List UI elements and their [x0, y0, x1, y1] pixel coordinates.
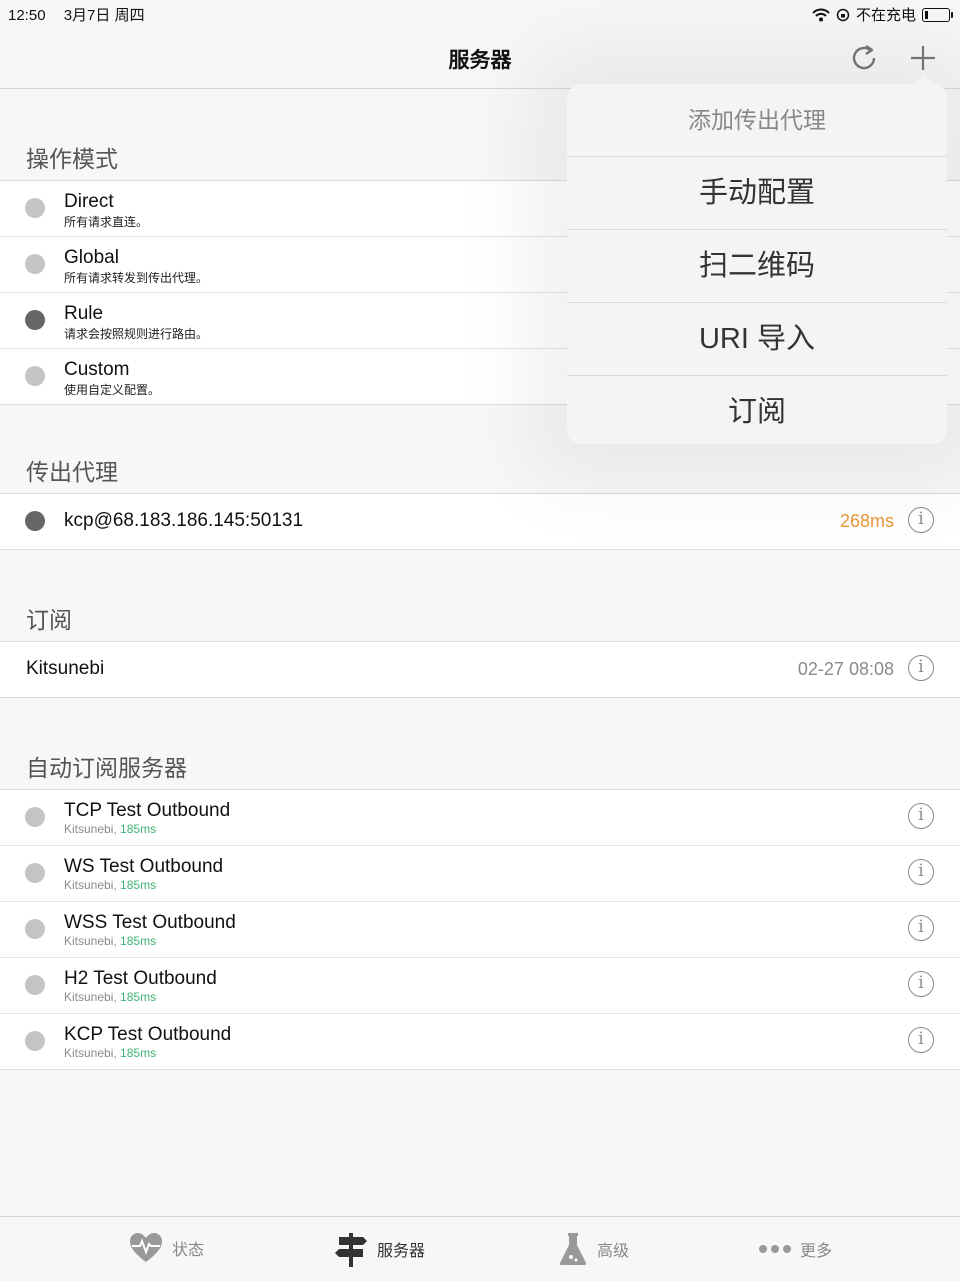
auto-server-list: TCP Test Outbound Kitsunebi, 185ms i WS …: [0, 789, 960, 1070]
tab-label: 高级: [597, 1243, 630, 1260]
server-item[interactable]: KCP Test Outbound Kitsunebi, 185ms i: [0, 1014, 960, 1069]
tab-bar: 状态 服务器 高级 更多: [0, 1216, 960, 1281]
add-outbound-popover: 添加传出代理 手动配置 扫二维码 URI 导入 订阅: [567, 74, 947, 444]
popover-title: 添加传出代理: [567, 84, 947, 157]
server-source: Kitsunebi,: [64, 934, 121, 948]
outbound-name: kcp@68.183.186.145:50131: [64, 510, 304, 531]
rotation-lock-icon: [836, 8, 850, 21]
server-meta: Kitsunebi, 185ms: [64, 934, 156, 948]
tab-label: 服务器: [377, 1243, 426, 1260]
wifi-icon: [812, 8, 830, 21]
server-meta: Kitsunebi, 185ms: [64, 878, 156, 892]
add-button[interactable]: [905, 40, 941, 76]
info-icon[interactable]: i: [908, 859, 934, 885]
section-header-subscription: 订阅: [26, 607, 72, 633]
server-source: Kitsunebi,: [64, 1046, 121, 1060]
refresh-button[interactable]: [846, 40, 882, 76]
server-indicator-dot: [25, 975, 45, 995]
server-name: WSS Test Outbound: [64, 912, 236, 933]
section-header-auto-servers: 自动订阅服务器: [26, 755, 187, 781]
subscription-name: Kitsunebi: [26, 658, 105, 679]
server-source: Kitsunebi,: [64, 990, 121, 1004]
server-item[interactable]: TCP Test Outbound Kitsunebi, 185ms i: [0, 790, 960, 846]
signpost-icon: [335, 1233, 367, 1267]
status-bar: 12:50 3月7日 周四 不在充电: [0, 0, 960, 26]
server-meta: Kitsunebi, 185ms: [64, 822, 156, 836]
tab-status[interactable]: 状态: [128, 1231, 204, 1265]
status-time: 12:50: [8, 7, 46, 24]
plus-icon: [911, 46, 935, 70]
mode-name: Rule: [64, 303, 104, 324]
tab-more[interactable]: 更多: [758, 1237, 832, 1261]
server-latency: 185ms: [120, 990, 157, 1004]
outbound-list: kcp@68.183.186.145:50131 268ms i: [0, 493, 960, 550]
subscription-updated-time: 02-27 08:08: [797, 659, 894, 679]
popover-option-scan-qr[interactable]: 扫二维码: [567, 230, 947, 303]
server-meta: Kitsunebi, 185ms: [64, 990, 156, 1004]
server-name: TCP Test Outbound: [64, 800, 231, 821]
tab-label: 状态: [172, 1242, 205, 1259]
mode-indicator-dot: [25, 198, 45, 218]
tab-advanced[interactable]: 高级: [557, 1231, 629, 1267]
tab-servers[interactable]: 服务器: [333, 1231, 425, 1267]
server-indicator-dot: [25, 1031, 45, 1051]
navigation-bar: 服务器: [0, 26, 960, 89]
subscription-list: Kitsunebi 02-27 08:08 i: [0, 641, 960, 698]
mode-description: 使用自定义配置。: [64, 383, 161, 397]
page-title: 服务器: [448, 49, 512, 72]
popover-option-uri-import[interactable]: URI 导入: [567, 303, 947, 376]
server-latency: 185ms: [120, 1046, 157, 1060]
mode-indicator-dot: [25, 366, 45, 386]
popover-option-subscribe[interactable]: 订阅: [567, 376, 947, 448]
mode-description: 所有请求直连。: [64, 215, 149, 229]
server-latency: 185ms: [120, 822, 157, 836]
popover-arrow: [911, 74, 935, 86]
server-latency: 185ms: [120, 878, 157, 892]
more-dots-icon: [759, 1245, 791, 1253]
info-icon[interactable]: i: [908, 507, 934, 533]
info-icon[interactable]: i: [908, 915, 934, 941]
server-name: KCP Test Outbound: [64, 1024, 232, 1045]
popover-option-manual[interactable]: 手动配置: [567, 157, 947, 230]
mode-name: Custom: [64, 359, 130, 380]
server-name: H2 Test Outbound: [64, 968, 217, 989]
mode-indicator-dot-active: [25, 310, 45, 330]
flask-icon: [559, 1233, 587, 1265]
server-indicator-dot: [25, 919, 45, 939]
server-item[interactable]: H2 Test Outbound Kitsunebi, 185ms i: [0, 958, 960, 1014]
server-item[interactable]: WSS Test Outbound Kitsunebi, 185ms i: [0, 902, 960, 958]
info-icon[interactable]: i: [908, 971, 934, 997]
status-date: 3月7日 周四: [63, 7, 145, 24]
refresh-icon: [852, 45, 876, 70]
mode-name: Direct: [64, 191, 114, 212]
tab-label: 更多: [800, 1243, 833, 1260]
section-header-outbound: 传出代理: [26, 459, 118, 485]
server-indicator-dot: [25, 807, 45, 827]
server-indicator-dot: [25, 863, 45, 883]
subscription-item[interactable]: Kitsunebi 02-27 08:08 i: [0, 642, 960, 697]
section-header-modes: 操作模式: [26, 146, 118, 172]
outbound-item[interactable]: kcp@68.183.186.145:50131 268ms i: [0, 494, 960, 549]
charging-status: 不在充电: [855, 7, 916, 24]
mode-name: Global: [64, 247, 119, 268]
server-latency: 185ms: [120, 934, 157, 948]
server-name: WS Test Outbound: [64, 856, 224, 877]
server-item[interactable]: WS Test Outbound Kitsunebi, 185ms i: [0, 846, 960, 902]
info-icon[interactable]: i: [908, 655, 934, 681]
mode-description: 所有请求转发到传出代理。: [64, 271, 209, 285]
server-source: Kitsunebi,: [64, 878, 121, 892]
info-icon[interactable]: i: [908, 803, 934, 829]
mode-description: 请求会按照规则进行路由。: [64, 327, 209, 341]
mode-indicator-dot: [25, 254, 45, 274]
server-meta: Kitsunebi, 185ms: [64, 1046, 156, 1060]
server-source: Kitsunebi,: [64, 822, 121, 836]
heart-pulse-icon: [130, 1233, 162, 1262]
info-icon[interactable]: i: [908, 1027, 934, 1053]
outbound-indicator-dot-active: [25, 511, 45, 531]
battery-icon: [922, 7, 953, 22]
outbound-latency: 268ms: [839, 511, 894, 531]
